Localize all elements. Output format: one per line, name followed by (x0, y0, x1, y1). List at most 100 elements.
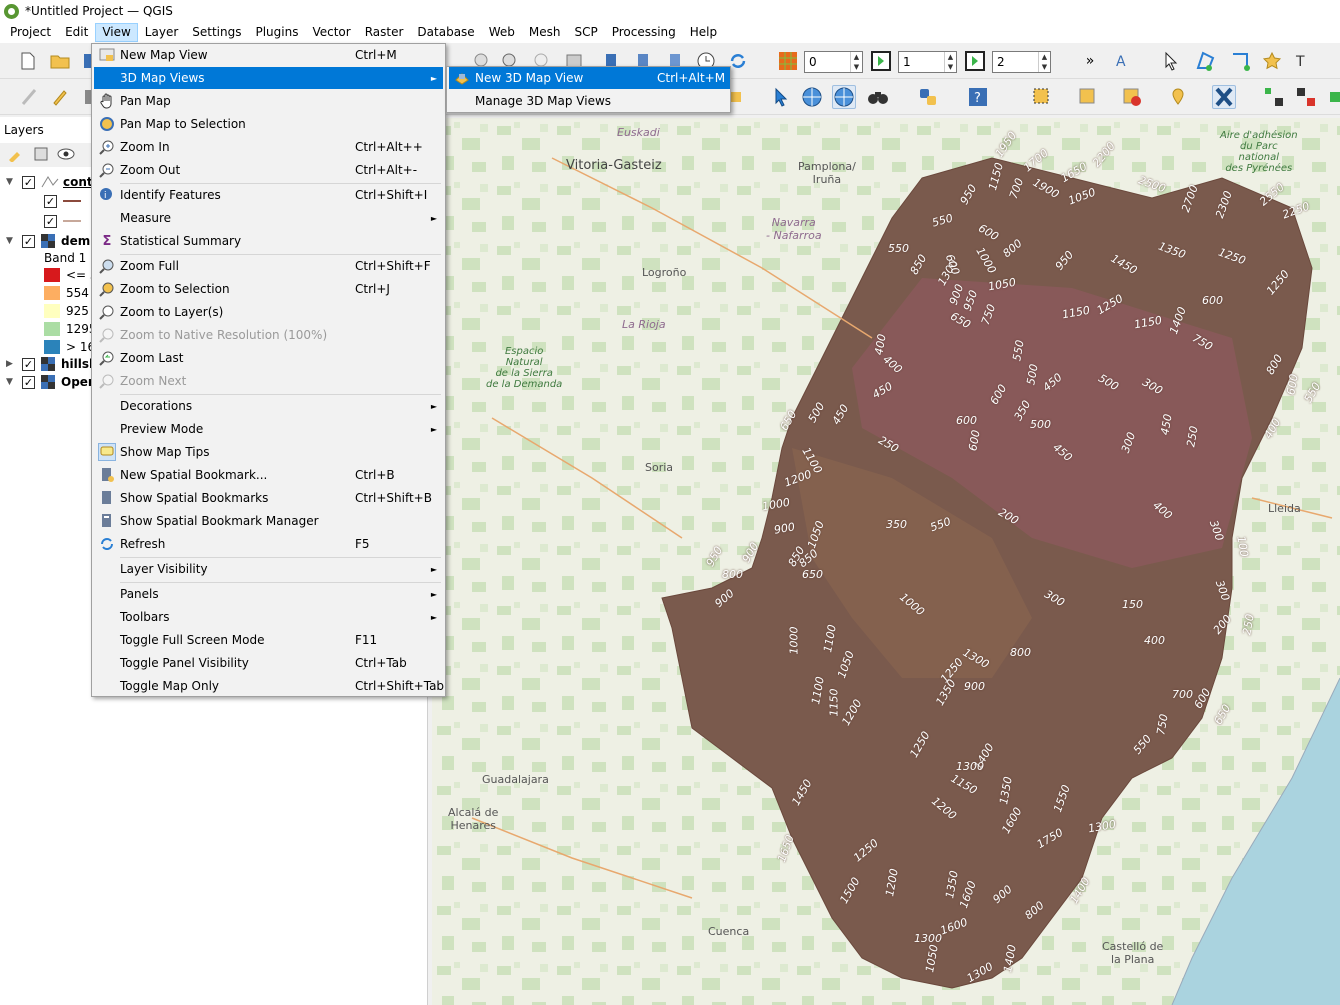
layer-checkbox[interactable]: ✓ (22, 234, 35, 248)
menu-item-pan-map-to-selection[interactable]: Pan Map to Selection (94, 113, 443, 135)
menu-item-toggle-panel-visibility[interactable]: Toggle Panel Visibility Ctrl+Tab (94, 652, 443, 674)
menu-item-zoom-native[interactable]: Zoom to Native Resolution (100%) (94, 324, 443, 346)
spin-box-1[interactable]: 1 ▲ ▼ (898, 51, 957, 73)
spin-arrows-icon[interactable]: ▲ ▼ (1038, 52, 1050, 72)
python-icon[interactable] (916, 85, 940, 109)
menu-item-zoom-last[interactable]: Zoom Last (94, 347, 443, 369)
menu-item-zoom-in[interactable]: Zoom In Ctrl+Alt++ (94, 136, 443, 158)
text-tool-icon[interactable]: T (1292, 49, 1316, 73)
spin-arrows-icon[interactable]: ▲ ▼ (850, 52, 862, 72)
menu-item-measure[interactable]: Measure ► (94, 207, 443, 229)
layer-checkbox[interactable]: ✓ (22, 357, 35, 371)
menu-item-bookmark-manager[interactable]: Show Spatial Bookmark Manager (94, 510, 443, 532)
collapse-icon[interactable]: ▼ (6, 177, 16, 187)
menu-item-show-spatial-bookmarks[interactable]: Show Spatial Bookmarks Ctrl+Shift+B (94, 487, 443, 509)
menu-item-zoom-next[interactable]: Zoom Next (94, 370, 443, 392)
menu-item-identify-features[interactable]: i Identify Features Ctrl+Shift+I (94, 184, 443, 206)
deselect-icon[interactable] (1120, 85, 1144, 109)
menu-item-statistical-summary[interactable]: Σ Statistical Summary (94, 230, 443, 252)
menu-scp[interactable]: SCP (567, 23, 604, 42)
star-icon[interactable] (1260, 49, 1284, 73)
menu-item-toggle-map-only[interactable]: Toggle Map Only Ctrl+Shift+Tab (94, 675, 444, 697)
layer-sub-row[interactable]: ✓ (44, 212, 81, 230)
menu-item-layer-visibility[interactable]: Layer Visibility ► (94, 558, 443, 580)
menu-item-toolbars[interactable]: Toolbars ► (94, 606, 443, 628)
menu-settings[interactable]: Settings (185, 23, 248, 42)
select-rect-icon[interactable] (1030, 85, 1054, 109)
menu-item-zoom-full[interactable]: Zoom Full Ctrl+Shift+F (94, 255, 443, 277)
menu-item-toggle-full-screen[interactable]: Toggle Full Screen Mode F11 (94, 629, 443, 651)
menu-help[interactable]: Help (683, 23, 724, 42)
help-icon[interactable]: ? (966, 85, 990, 109)
add-node-green-icon[interactable] (1324, 85, 1340, 109)
menu-database[interactable]: Database (410, 23, 481, 42)
node-tool-icon[interactable] (1228, 49, 1252, 73)
spin-box-2[interactable]: 2 ▲ ▼ (992, 51, 1051, 73)
globe-active-icon[interactable] (832, 85, 856, 109)
next-arrow-icon[interactable] (963, 49, 987, 73)
x-tool-icon[interactable] (1212, 85, 1236, 109)
layer-checkbox[interactable]: ✓ (44, 194, 57, 208)
new-project-icon[interactable] (16, 49, 40, 73)
menu-item-manage-3d-map-views[interactable]: Manage 3D Map Views (449, 90, 730, 112)
vertex-tool-icon[interactable] (1194, 49, 1218, 73)
layer-checkbox[interactable]: ✓ (22, 175, 35, 189)
layer-name: dem (61, 234, 91, 248)
menu-plugins[interactable]: Plugins (248, 23, 305, 42)
spin-arrows-icon[interactable]: ▲ ▼ (944, 52, 956, 72)
menu-item-zoom-to-layers[interactable]: Zoom to Layer(s) (94, 301, 443, 323)
menu-item-3d-map-views[interactable]: 3D Map Views ► (94, 67, 443, 89)
menu-item-show-map-tips[interactable]: Show Map Tips (94, 441, 443, 463)
eye-icon[interactable] (57, 145, 75, 163)
select-features-icon[interactable] (770, 85, 794, 109)
menu-item-label: Zoom Last (120, 351, 184, 365)
layer-checkbox[interactable]: ✓ (22, 375, 35, 389)
menu-item-zoom-out[interactable]: Zoom Out Ctrl+Alt+- (94, 159, 443, 181)
layer-sub-row[interactable]: ✓ (44, 192, 81, 210)
select-layers-icon[interactable] (1076, 85, 1100, 109)
layer-checkbox[interactable]: ✓ (44, 214, 57, 228)
menu-item-zoom-to-selection[interactable]: Zoom to Selection Ctrl+J (94, 278, 443, 300)
menu-project[interactable]: Project (3, 23, 58, 42)
select-cursor-icon[interactable] (1160, 49, 1184, 73)
open-project-icon[interactable] (48, 49, 72, 73)
grid-icon[interactable] (776, 49, 800, 73)
menu-item-decorations[interactable]: Decorations ► (94, 395, 443, 417)
pin-icon[interactable] (1166, 85, 1190, 109)
menu-view[interactable]: View (95, 23, 138, 42)
menu-raster[interactable]: Raster (358, 23, 411, 42)
collapse-icon[interactable]: ▼ (6, 377, 16, 387)
layer-row-osm[interactable]: ▼ ✓ Oper (6, 373, 94, 391)
menu-mesh[interactable]: Mesh (522, 23, 568, 42)
digitize-icon[interactable] (18, 85, 42, 109)
add-group-icon[interactable] (32, 145, 50, 163)
map-canvas[interactable]: Euskadi Vitoria-Gasteiz Pamplona/ Iruña … (432, 118, 1340, 1005)
menu-item-refresh[interactable]: Refresh F5 (94, 533, 443, 555)
menu-item-new-spatial-bookmark[interactable]: New Spatial Bookmark... Ctrl+B (94, 464, 443, 486)
next-arrow-icon[interactable] (869, 49, 893, 73)
globe-info-icon[interactable] (800, 85, 824, 109)
menu-item-panels[interactable]: Panels ► (94, 583, 443, 605)
toolbar-overflow-icon[interactable]: » (1078, 49, 1102, 73)
layer-row-hillshade[interactable]: ▶ ✓ hillsh (6, 355, 98, 373)
add-node-icon[interactable] (1262, 85, 1286, 109)
menu-item-new-3d-map-view[interactable]: New 3D Map View Ctrl+Alt+M (449, 67, 730, 89)
menu-item-pan-map[interactable]: Pan Map (94, 90, 443, 112)
menu-layer[interactable]: Layer (138, 23, 185, 42)
layer-row-dem[interactable]: ▼ ✓ dem (6, 232, 90, 250)
menu-edit[interactable]: Edit (58, 23, 95, 42)
menu-web[interactable]: Web (482, 23, 522, 42)
menu-processing[interactable]: Processing (605, 23, 683, 42)
pencil-icon[interactable] (48, 85, 72, 109)
menu-vector[interactable]: Vector (305, 23, 357, 42)
menu-item-preview-mode[interactable]: Preview Mode ► (94, 418, 443, 440)
menu-item-new-map-view[interactable]: New Map View Ctrl+M (94, 44, 443, 66)
style-brush-icon[interactable] (6, 145, 24, 163)
spin-box-0[interactable]: 0 ▲ ▼ (804, 51, 863, 73)
binoculars-icon[interactable] (866, 85, 890, 109)
collapse-icon[interactable]: ▼ (6, 236, 16, 246)
expand-icon[interactable]: ▶ (6, 359, 16, 369)
layer-row-contours[interactable]: ▼ ✓ cont (6, 173, 93, 191)
add-node-red-icon[interactable] (1294, 85, 1318, 109)
label-tool-icon[interactable]: A (1114, 49, 1138, 73)
